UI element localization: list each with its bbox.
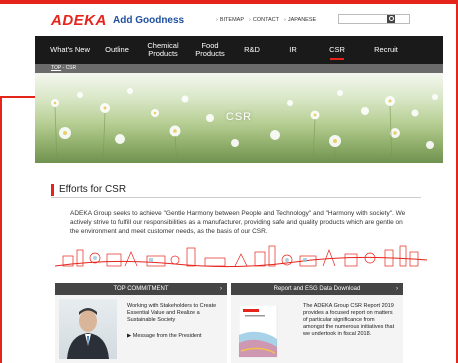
chevron-right-icon: › <box>249 17 251 23</box>
hero-title: CSR <box>225 111 253 123</box>
nav-item-recruit[interactable]: Recruit <box>363 36 409 64</box>
nav-item-rd[interactable]: R&D <box>233 36 271 64</box>
breadcrumb-current: CSR <box>65 65 77 71</box>
hero-banner: CSR <box>35 73 443 163</box>
town-illustration <box>55 245 427 268</box>
top-commitment-card[interactable]: TOP COMMITMENT › Working with Stakeholde… <box>55 283 227 363</box>
section-heading: Efforts for CSR <box>51 184 421 198</box>
nav-item-whats-new[interactable]: What's New <box>43 36 97 64</box>
nav-item-outline[interactable]: Outline <box>97 36 137 64</box>
nav-item-chemical-products[interactable]: Chemical Products <box>139 36 187 64</box>
intro-text: ADEKA Group seeks to achieve "Gentle Har… <box>70 210 406 235</box>
chevron-right-icon: › <box>216 17 218 23</box>
util-link-contact[interactable]: › CONTACT <box>249 17 279 23</box>
csr-report-cover-image <box>239 305 278 358</box>
red-frame-leftline <box>0 96 2 363</box>
main-nav: What's New Outline Chemical Products Foo… <box>35 36 443 64</box>
president-photo <box>59 299 117 359</box>
util-link-japanese[interactable]: › JAPANESE <box>284 17 316 23</box>
heading-accent-bar <box>51 184 54 196</box>
util-link-sitemap[interactable]: › BITEMAP <box>216 17 244 23</box>
chevron-right-icon: › <box>284 17 286 23</box>
search-icon[interactable] <box>387 15 395 23</box>
play-arrow-icon: ▶ <box>127 333 132 339</box>
breadcrumb: TOP - CSR <box>51 65 77 71</box>
chevron-right-icon: › <box>220 286 222 292</box>
red-frame-left <box>0 96 40 98</box>
page: ADEKA Add Goodness › BITEMAP › CONTACT › JA… <box>35 4 443 363</box>
message-link[interactable]: ▶ Message from the President <box>127 333 202 339</box>
report-text: The ADEKA Group CSR Report 2019 provides… <box>303 303 395 337</box>
search-input[interactable] <box>338 14 410 24</box>
top-header: ADEKA Add Goodness › BITEMAP › CONTACT › JA… <box>35 4 443 36</box>
section-title: Efforts for CSR <box>59 184 127 195</box>
nav-item-csr[interactable]: CSR <box>317 36 357 64</box>
breadcrumb-bar: TOP - CSR <box>35 64 443 73</box>
card-header[interactable]: Report and ESG Data Download › <box>231 283 403 295</box>
nav-item-ir[interactable]: IR <box>275 36 311 64</box>
card-header[interactable]: TOP COMMITMENT › <box>55 283 227 295</box>
commitment-text: Working with Stakeholders to Create Esse… <box>127 303 217 323</box>
nav-item-food-products[interactable]: Food Products <box>187 36 233 64</box>
brand-tagline: Add Goodness <box>113 15 185 26</box>
adeka-logo[interactable]: ADEKA <box>51 12 107 29</box>
report-download-card[interactable]: Report and ESG Data Download › The ADEKA… <box>231 283 403 363</box>
breadcrumb-top-link[interactable]: TOP <box>51 65 61 71</box>
chevron-right-icon: › <box>396 286 398 292</box>
